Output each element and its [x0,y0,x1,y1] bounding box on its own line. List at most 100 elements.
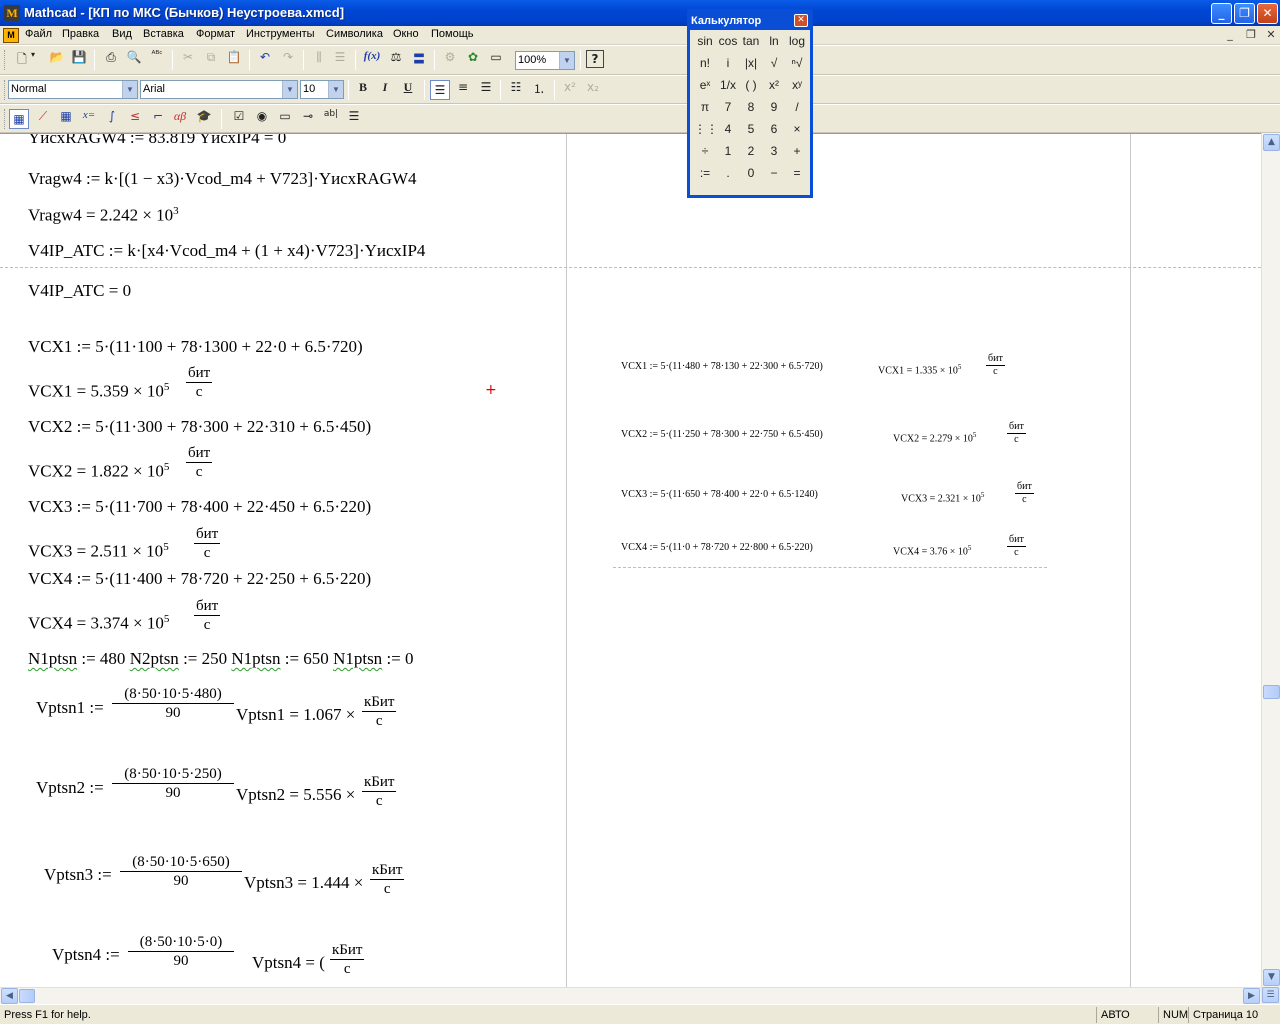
digit-2-key[interactable]: 2 [740,144,762,164]
palette-close-icon[interactable]: ✕ [794,14,808,27]
copy-icon[interactable]: ⧉ [201,50,221,70]
matrix-key[interactable]: ⋮⋮ [694,122,718,142]
subscript-button[interactable]: x₂ [583,80,603,100]
new-dropdown-icon[interactable]: ▾ [28,50,38,70]
print-icon[interactable]: ⎙ [101,50,121,70]
calculate-icon[interactable]: 〓 [409,50,429,70]
spell-check-icon[interactable]: ᴬᴮᶜ [147,50,167,70]
evaluate-key[interactable]: = [786,166,808,186]
math-region[interactable]: VCX4 := 5·(11·0 + 78·720 + 22·800 + 6.5·… [621,542,813,554]
evaluation-toolbar-icon[interactable]: x= [79,109,99,129]
plus-key[interactable]: + [786,144,808,164]
menu-tools[interactable]: Инструменты [246,28,315,40]
digit-8-key[interactable]: 8 [740,100,762,120]
menu-format[interactable]: Формат [196,28,235,40]
matrix-toolbar-icon[interactable]: ▦ [56,109,76,129]
digit-0-key[interactable]: 0 [740,166,762,186]
decimal-point-key[interactable]: . [717,166,739,186]
greek-toolbar-icon[interactable]: αβ [170,109,190,129]
absolute-value-key[interactable]: |x| [740,56,762,76]
calculator-toolbar-icon[interactable]: ▦ [9,109,29,129]
menu-symbolics[interactable]: Символика [326,28,383,40]
symbolic-toolbar-icon[interactable]: 🎓 [194,109,214,129]
math-region[interactable]: N1ptsn := 480 N2ptsn := 250 N1ptsn := 65… [28,649,414,669]
math-region[interactable]: Vragw4 = 2.242 × 103 [28,201,179,226]
math-region[interactable]: Vptsn3 = 1.444 × [244,873,363,893]
digit-9-key[interactable]: 9 [763,100,785,120]
graph-toolbar-icon[interactable]: ⟋ [33,109,53,129]
save-icon[interactable]: 💾 [69,50,89,70]
align-left-icon[interactable]: ☰ [430,80,450,100]
toolbar-grip[interactable] [4,80,7,100]
calculus-toolbar-icon[interactable]: ∫ [102,109,122,129]
ln-key[interactable]: ln [763,34,785,54]
palette-title[interactable]: Калькулятор [690,12,810,30]
math-region[interactable]: VCX1 := 5·(11·480 + 78·130 + 22·300 + 6.… [621,361,823,373]
undo-icon[interactable]: ↶ [255,50,275,70]
log-key[interactable]: log [786,34,808,54]
paste-icon[interactable]: 📋 [224,50,244,70]
slider-control-icon[interactable]: ⊸ [298,109,318,129]
mdi-minimize-button[interactable]: _ [1222,28,1238,42]
document-icon[interactable]: M [3,28,19,43]
scroll-left-arrow-icon[interactable]: ◀ [1,988,18,1004]
math-region[interactable]: Vptsn2 = 5.556 × [236,785,355,805]
bold-button[interactable]: B [353,80,373,100]
pi-key[interactable]: π [694,100,716,120]
math-region[interactable]: Vptsn4 = ( [252,953,325,973]
math-region[interactable]: VCX2 := 5·(11·300 + 78·300 + 22·310 + 6.… [28,417,371,437]
math-region[interactable]: VCX4 = 3.76 × 105 [893,542,971,558]
reciprocal-key[interactable]: 1/x [717,78,739,98]
math-region[interactable]: V4IP_ATC := k·[x4·Vcod_m4 + (1 + x4)·V72… [28,241,425,261]
chevron-down-icon[interactable]: ▼ [122,81,137,98]
sin-key[interactable]: sin [694,34,716,54]
checkbox-control-icon[interactable]: ☑ [229,109,249,129]
toolbar-grip[interactable] [4,109,7,129]
chevron-down-icon[interactable]: ▼ [282,81,297,98]
scroll-up-arrow-icon[interactable]: ▲ [1263,134,1280,151]
cos-key[interactable]: cos [717,34,739,54]
open-icon[interactable]: 📂 [47,50,67,70]
insert-function-icon[interactable]: f(x) [362,50,382,70]
math-region[interactable]: VCX4 := 5·(11·400 + 78·720 + 22·250 + 6.… [28,569,371,589]
math-region[interactable]: Vragw4 := k·[(1 − x3)·Vcod_m4 + V723]·Yи… [28,169,417,189]
close-button[interactable]: ✕ [1257,3,1278,24]
region-icon[interactable]: ▭ [486,50,506,70]
imaginary-key[interactable]: i [717,56,739,76]
math-region[interactable]: VCX2 := 5·(11·250 + 78·300 + 22·750 + 6.… [621,429,823,441]
menu-window[interactable]: Окно [393,28,419,40]
resource-center-icon[interactable]: ✿ [463,50,483,70]
math-region[interactable]: VCX1 := 5·(11·100 + 78·1300 + 22·0 + 6.5… [28,337,363,357]
listbox-control-icon[interactable]: ☰ [344,109,364,129]
square-key[interactable]: x² [763,78,785,98]
mdi-close-button[interactable]: ✕ [1263,28,1279,42]
numbering-icon[interactable]: ⒈ [529,80,549,100]
align-center-icon[interactable]: ≡ [453,80,473,100]
factorial-key[interactable]: n! [694,56,716,76]
split-view-icon[interactable]: ☰ [1262,987,1279,1003]
chevron-down-icon[interactable]: ▼ [559,52,574,69]
menu-file[interactable]: Файл [25,28,52,40]
align-down-icon[interactable]: ☰ [330,50,350,70]
power-key[interactable]: xʸ [786,78,808,98]
horizontal-scrollbar[interactable]: ◀ ▶ [0,987,1261,1004]
mathcad-app-icon[interactable]: M [4,5,20,21]
help-icon[interactable]: ? [586,50,604,68]
chevron-down-icon[interactable]: ▼ [328,81,343,98]
scroll-down-arrow-icon[interactable]: ▼ [1263,969,1280,986]
math-region[interactable]: YисхRAGW4 := 83.819 YисхIP4 = 0 [28,134,286,148]
math-region[interactable]: VCX1 = 1.335 × 105 [878,361,961,377]
math-region[interactable]: VCX3 := 5·(11·650 + 78·400 + 22·0 + 6.5·… [621,489,818,501]
menu-help[interactable]: Помощь [431,28,474,40]
math-region[interactable]: Vptsn1 := [36,698,104,718]
push-button-control-icon[interactable]: ▭ [275,109,295,129]
nth-root-key[interactable]: ⁿ√ [786,56,808,76]
multiply-key[interactable]: × [786,122,808,142]
menu-edit[interactable]: Правка [62,28,99,40]
horizontal-scroll-thumb[interactable] [19,989,35,1003]
calculator-palette[interactable]: Калькулятор ✕ sin cos tan ln log n! i |x| √ ⁿ√ eˣ 1… [687,9,813,198]
toolbar-grip[interactable] [4,50,7,70]
programming-toolbar-icon[interactable]: ⌐ [148,109,168,129]
scroll-right-arrow-icon[interactable]: ▶ [1243,988,1260,1004]
italic-button[interactable]: I [375,80,395,100]
